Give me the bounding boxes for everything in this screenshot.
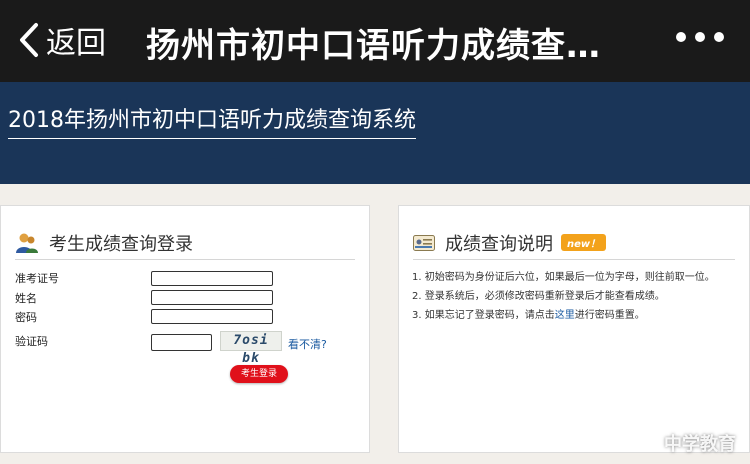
instruction-item: 2. 登录系统后，必须修改密码重新登录后才能查看成绩。: [412, 291, 665, 302]
name-input[interactable]: [151, 290, 273, 305]
captcha-refresh-link[interactable]: 看不清?: [288, 336, 327, 352]
info-panel: 成绩查询说明 new！: [398, 205, 750, 453]
exam-number-label: 准考证号: [15, 272, 59, 285]
page-title: 扬州市初中口语听力成绩查…: [146, 26, 601, 66]
instructions-list: 1. 初始密码为身份证后六位，如果最后一位为字母，则往前取一位。 2. 登录系统…: [412, 268, 742, 325]
login-button[interactable]: 考生登录: [230, 365, 288, 383]
system-title: 2018年扬州市初中口语听力成绩查询系统: [8, 102, 416, 139]
info-panel-title: 成绩查询说明: [445, 233, 553, 255]
captcha-label: 验证码: [15, 335, 48, 348]
reset-password-link[interactable]: 这里: [555, 310, 575, 321]
back-label: 返回: [46, 26, 106, 61]
instruction-text: 3. 如果忘记了登录密码，请点击: [412, 310, 555, 321]
back-button[interactable]: 返回: [18, 20, 106, 61]
new-badge: new！: [561, 234, 607, 251]
captcha-input[interactable]: [151, 334, 212, 351]
instruction-item: 3. 如果忘记了登录密码，请点击这里进行密码重置。: [412, 306, 742, 325]
dot-icon: [676, 32, 686, 42]
instruction-text: 进行密码重置。: [574, 310, 645, 321]
exam-number-input[interactable]: [151, 271, 273, 286]
users-icon: [15, 231, 39, 255]
watermark: 中学教育: [664, 434, 736, 455]
name-label: 姓名: [15, 292, 37, 305]
info-panel-header: 成绩查询说明 new！: [413, 226, 735, 260]
captcha-image[interactable]: 7osi bk: [220, 331, 282, 366]
site-banner: 2018年扬州市初中口语听力成绩查询系统: [0, 82, 750, 184]
password-input[interactable]: [151, 309, 273, 324]
top-navbar: 返回 扬州市初中口语听力成绩查…: [0, 0, 750, 82]
chevron-left-icon: [20, 23, 38, 57]
dot-icon: [695, 32, 705, 42]
instruction-item: 1. 初始密码为身份证后六位，如果最后一位为字母，则往前取一位。: [412, 272, 715, 283]
id-card-icon: [413, 234, 435, 251]
login-panel-title: 考生成绩查询登录: [49, 233, 193, 255]
login-panel-header: 考生成绩查询登录: [15, 226, 355, 260]
login-panel: 考生成绩查询登录 准考证号 姓名 密码 验证码: [0, 205, 370, 453]
password-label: 密码: [15, 311, 37, 324]
more-options-button[interactable]: [676, 32, 724, 42]
dot-icon: [714, 32, 724, 42]
